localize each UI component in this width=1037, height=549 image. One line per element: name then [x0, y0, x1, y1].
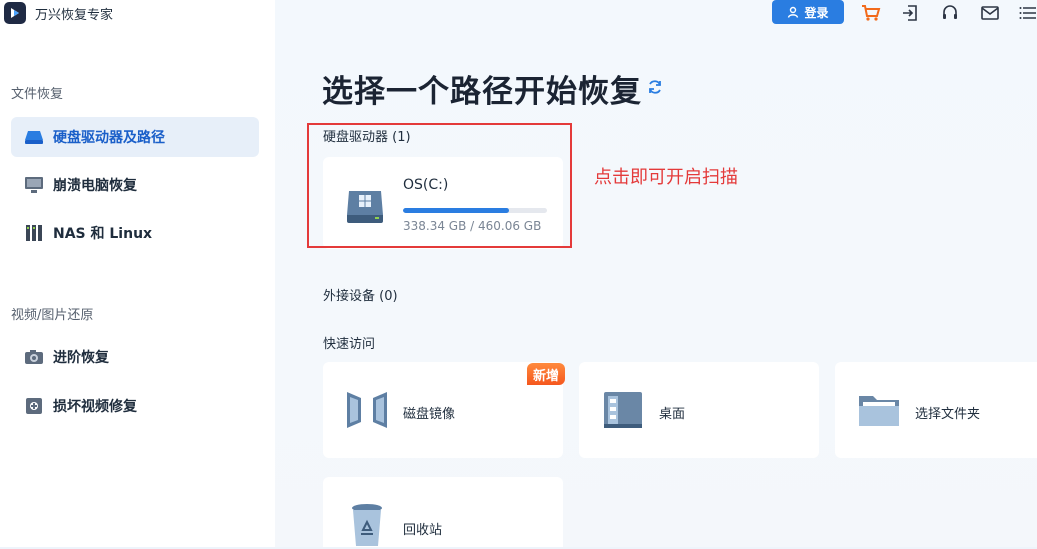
highlight-box: [307, 123, 572, 248]
menu-icon[interactable]: [1017, 2, 1037, 24]
mail-icon[interactable]: [979, 2, 1001, 24]
sidebar-item-label: 崩溃电脑恢复: [53, 178, 137, 194]
quick-label: 磁盘镜像: [403, 407, 456, 422]
new-badge: 新增: [527, 363, 565, 385]
sign-in-icon[interactable]: [899, 2, 921, 24]
login-label: 登录: [804, 5, 829, 20]
app-title: 万兴恢复专家: [4, 2, 113, 24]
app-logo-icon: [4, 2, 26, 24]
quick-label: 回收站: [403, 523, 443, 538]
sidebar-item-label: NAS 和 Linux: [53, 226, 153, 242]
hard-drive-icon: [23, 126, 45, 148]
quick-recycle-bin[interactable]: 回收站: [323, 477, 563, 547]
sidebar-item-label: 损坏视频修复: [53, 399, 137, 415]
recycle-bin-icon: [345, 501, 389, 549]
sidebar: 万兴恢复专家 文件恢复 硬盘驱动器及路径 崩溃电脑恢复 NAS 和 Linux …: [0, 0, 275, 547]
section-file-recovery: 文件恢复: [11, 87, 64, 102]
external-heading: 外接设备 (0): [323, 289, 398, 304]
folder-icon: [857, 386, 901, 434]
sidebar-item-advanced-recovery[interactable]: 进阶恢复: [11, 337, 259, 377]
scan-hint: 点击即可开启扫描: [594, 167, 738, 188]
monitor-icon: [23, 174, 45, 196]
page-title: 选择一个路径开始恢复: [322, 74, 642, 110]
login-button[interactable]: 登录: [772, 0, 844, 24]
sidebar-item-video-repair[interactable]: 损坏视频修复: [11, 386, 259, 426]
quick-label: 桌面: [659, 407, 686, 422]
quick-access-heading: 快速访问: [323, 337, 376, 352]
sidebar-item-hard-drive[interactable]: 硬盘驱动器及路径: [11, 117, 259, 157]
video-repair-icon: [23, 395, 45, 417]
sidebar-item-label: 进阶恢复: [53, 350, 109, 366]
desktop-icon: [601, 386, 645, 434]
nas-icon: [23, 222, 45, 244]
main-panel: 登录 选择一个路径开始恢复 硬盘驱动器 (1) OS(C:) 338.34 GB…: [275, 0, 1037, 547]
headset-icon[interactable]: [939, 2, 961, 24]
section-media-recovery: 视频/图片还原: [11, 308, 94, 323]
quick-desktop[interactable]: 桌面: [579, 362, 819, 458]
disk-image-icon: [345, 386, 389, 434]
sidebar-item-nas-linux[interactable]: NAS 和 Linux: [11, 213, 259, 253]
refresh-icon[interactable]: [647, 79, 663, 95]
user-icon: [788, 6, 799, 18]
cart-icon[interactable]: [860, 2, 882, 24]
app-name: 万兴恢复专家: [35, 7, 114, 23]
quick-select-folder[interactable]: 选择文件夹: [835, 362, 1037, 458]
camera-icon: [23, 346, 45, 368]
sidebar-item-crash-recovery[interactable]: 崩溃电脑恢复: [11, 165, 259, 205]
quick-label: 选择文件夹: [915, 407, 981, 422]
sidebar-item-label: 硬盘驱动器及路径: [53, 130, 165, 146]
